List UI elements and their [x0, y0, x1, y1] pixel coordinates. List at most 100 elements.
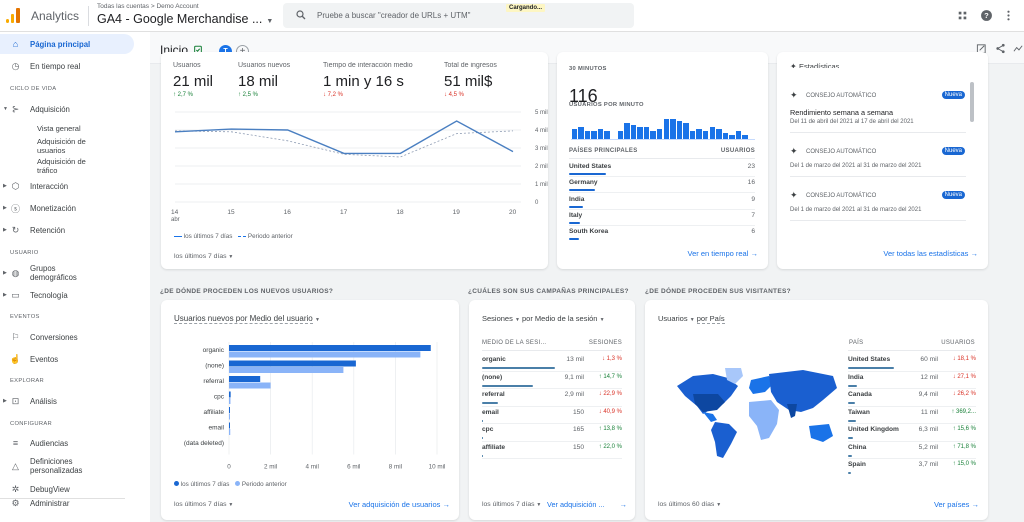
realtime-bar[interactable]: [729, 135, 735, 139]
view-realtime-link[interactable]: Ver en tiempo real →: [688, 249, 758, 258]
sidebar-item-realtime[interactable]: ◷ En tiempo real: [0, 56, 150, 76]
bar-previous[interactable]: [229, 398, 231, 404]
view-traffic-acquisition-link[interactable]: Ver adquisición ...: [547, 500, 605, 509]
date-range-selector[interactable]: los últimos 7 días ▼: [482, 501, 541, 508]
realtime-bar[interactable]: [604, 131, 610, 139]
share-icon[interactable]: [995, 43, 1006, 54]
country-row[interactable]: Italy 7: [569, 212, 755, 226]
bar-previous[interactable]: [229, 413, 230, 420]
bar-previous[interactable]: [229, 351, 421, 358]
new-users-selector[interactable]: Usuarios nuevos por Medio del usuario ▼: [174, 314, 320, 324]
realtime-bar[interactable]: [591, 131, 597, 139]
visitors-selector[interactable]: Usuarios ▼ por País: [658, 314, 725, 324]
campaign-row[interactable]: affiliate 150 ↑ 22,0 %: [482, 444, 622, 459]
country-row[interactable]: Germany 16: [569, 179, 755, 194]
country-row[interactable]: Spain 3,7 mil ↑ 15,0 %: [848, 461, 976, 476]
sidebar-item-custom-definitions[interactable]: △ Definiciones personalizadas: [0, 454, 150, 478]
sidebar-item-analysis[interactable]: ▶ ⊡ Análisis: [0, 391, 150, 411]
realtime-bar[interactable]: [722, 133, 729, 139]
sidebar-subitem-overview[interactable]: Vista general: [37, 124, 81, 133]
users-line-chart[interactable]: 0 1 mil 2 mil 3 mil 4 mil 5 mil 14abr 15 16 17 18 1…: [161, 104, 548, 234]
search-input[interactable]: Pruebe a buscar "creador de URLs + UTM": [317, 11, 471, 20]
campaigns-selector[interactable]: Sesiones ▼ por Medio de la sesión ▼: [482, 314, 605, 323]
realtime-bar[interactable]: [696, 129, 702, 139]
help-icon[interactable]: ?: [980, 9, 993, 22]
sidebar-item-tech[interactable]: ▶ ▭ Tecnología: [0, 285, 150, 305]
realtime-bar[interactable]: [643, 127, 650, 139]
dimension-selector[interactable]: por País: [696, 314, 725, 324]
apps-icon[interactable]: [956, 9, 969, 22]
sidebar-item-demographics[interactable]: ▶ ◍ Grupos demográficos: [0, 262, 150, 284]
sidebar-subitem-traffic-acquisition[interactable]: Adquisición de tráfico: [37, 157, 107, 175]
sidebar-item-monetization[interactable]: ▶ ⓢ Monetización: [0, 198, 150, 218]
realtime-bar[interactable]: [683, 123, 689, 139]
campaign-row[interactable]: email 150 ↓ 40,9 %: [482, 409, 622, 424]
property-selector[interactable]: GA4 - Google Merchandise ... ▼: [97, 12, 273, 26]
search-box[interactable]: Pruebe a buscar "creador de URLs + UTM": [283, 3, 634, 28]
sidebar-item-retention[interactable]: ▶ ↻ Retención: [0, 220, 150, 240]
new-users-bar-chart[interactable]: 0 2 mil 4 mil 6 mil 8 mil 10 mil organic (none)…: [161, 332, 459, 477]
date-range-selector[interactable]: los últimos 7 días ▼: [174, 501, 233, 508]
realtime-bar[interactable]: [676, 121, 683, 139]
metric-0[interactable]: Usuarios 21 mil ↑ 2,7 %: [173, 62, 213, 98]
bar-current[interactable]: [229, 422, 230, 429]
country-row[interactable]: South Korea 6: [569, 228, 755, 242]
realtime-bar[interactable]: [624, 123, 630, 139]
country-row[interactable]: United Kingdom 6,3 mil ↑ 15,6 %: [848, 426, 976, 442]
bar-current[interactable]: [229, 345, 431, 351]
metric-selector[interactable]: Usuarios: [658, 314, 688, 323]
sidebar-item-events[interactable]: ☝ Eventos: [0, 349, 150, 369]
world-map[interactable]: [673, 366, 841, 466]
realtime-bar[interactable]: [742, 135, 748, 139]
realtime-bar[interactable]: [597, 129, 604, 139]
metric-3[interactable]: Total de ingresos 51 mil$ ↓ 4,5 %: [444, 62, 497, 98]
campaign-row[interactable]: referral 2,9 mil ↓ 22,9 %: [482, 391, 622, 407]
realtime-bar[interactable]: [670, 119, 676, 139]
users-per-minute-chart[interactable]: [571, 118, 755, 140]
realtime-bar[interactable]: [689, 131, 696, 139]
view-user-acquisition-link[interactable]: Ver adquisición de usuarios →: [349, 500, 450, 509]
realtime-bar[interactable]: [735, 131, 742, 139]
sidebar-item-conversions[interactable]: ⚐ Conversiones: [0, 327, 150, 347]
realtime-bar[interactable]: [716, 129, 722, 139]
sidebar-item-engagement[interactable]: ▶ ⬡ Interacción: [0, 176, 150, 196]
sidebar-item-home[interactable]: ⌂ Página principal: [0, 34, 134, 54]
country-row[interactable]: Taiwan 11 mil ↑ 369,2...: [848, 409, 976, 424]
campaign-row[interactable]: (none) 9,1 mil ↑ 14,7 %: [482, 374, 622, 389]
country-row[interactable]: United States 60 mil ↓ 18,1 %: [848, 356, 976, 372]
insights-icon[interactable]: [1013, 43, 1024, 54]
more-vert-icon[interactable]: [1002, 9, 1015, 22]
country-row[interactable]: China 5,2 mil ↑ 71,8 %: [848, 444, 976, 459]
country-row[interactable]: India 9: [569, 196, 755, 210]
country-row[interactable]: United States 23: [569, 163, 755, 177]
sidebar-subitem-user-acquisition[interactable]: Adquisición de usuarios: [37, 137, 107, 155]
realtime-bar[interactable]: [578, 127, 584, 139]
realtime-bar[interactable]: [656, 129, 663, 139]
realtime-bar[interactable]: [584, 131, 591, 139]
metric-selector[interactable]: Sesiones: [482, 314, 513, 323]
metric-2[interactable]: Tiempo de interacción medio 1 min y 16 s ↓…: [323, 62, 413, 98]
date-range-selector[interactable]: los últimos 7 días ▼: [174, 253, 233, 260]
arrow-right-icon[interactable]: →: [620, 500, 628, 509]
realtime-bar[interactable]: [571, 129, 578, 139]
bar-current[interactable]: [229, 407, 230, 413]
country-row[interactable]: India 12 mil ↓ 27,1 %: [848, 374, 976, 389]
bar-previous[interactable]: [229, 382, 271, 389]
realtime-bar[interactable]: [709, 127, 716, 139]
series-current-line[interactable]: [174, 120, 514, 155]
bar-current[interactable]: [229, 376, 261, 382]
insight-title[interactable]: Rendimiento semana a semana: [790, 108, 893, 117]
realtime-bar[interactable]: [663, 119, 670, 139]
breadcrumb[interactable]: Todas las cuentas > Demo Account: [97, 3, 199, 10]
campaign-row[interactable]: organic 13 mil ↓ 1,3 %: [482, 356, 622, 372]
view-countries-link[interactable]: Ver países →: [934, 500, 979, 509]
sidebar-item-audiences[interactable]: ≡ Audiencias: [0, 433, 150, 453]
sidebar-item-admin[interactable]: ⚙ Administrar: [0, 493, 150, 513]
bar-current[interactable]: [229, 391, 231, 398]
dimension-selector[interactable]: por Medio de la sesión: [522, 314, 597, 323]
realtime-bar[interactable]: [617, 131, 624, 139]
campaign-row[interactable]: cpc 165 ↑ 13,8 %: [482, 426, 622, 442]
insights-scrollbar[interactable]: [970, 82, 974, 122]
bar-previous[interactable]: [229, 367, 344, 373]
realtime-bar[interactable]: [630, 125, 637, 139]
